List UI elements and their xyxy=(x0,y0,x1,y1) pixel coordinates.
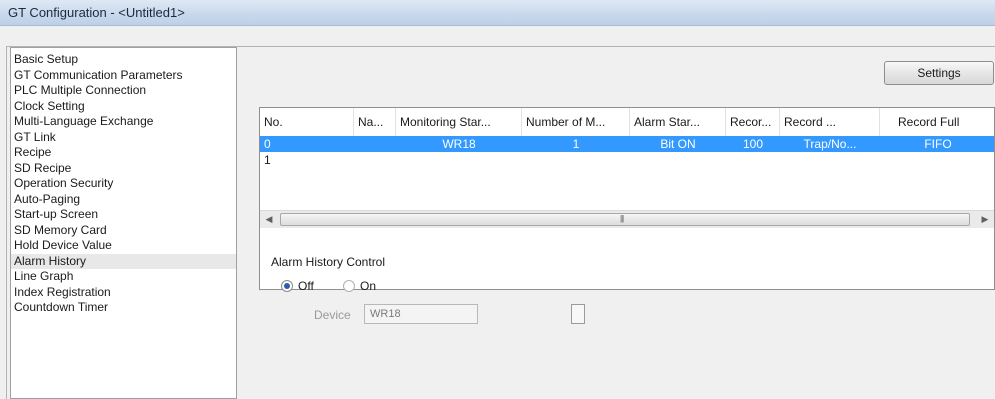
device-label: Device xyxy=(314,308,351,322)
tree-item-clock-setting[interactable]: Clock Setting xyxy=(11,99,236,115)
table-row[interactable]: 0 WR18 1 Bit ON 100 Trap/No... FIFO xyxy=(260,136,994,152)
tree-item-sd-memory-card[interactable]: SD Memory Card xyxy=(11,223,236,239)
tree-item-countdown-timer[interactable]: Countdown Timer xyxy=(11,300,236,316)
cell-number-of-m: 1 xyxy=(572,137,580,151)
tree-item-sd-recipe[interactable]: SD Recipe xyxy=(11,161,236,177)
column-header-record-full[interactable]: Record Full xyxy=(880,108,994,136)
column-header-no[interactable]: No. xyxy=(260,108,354,136)
cell-name xyxy=(354,152,396,168)
cell-record-2: Trap/No... xyxy=(803,137,857,151)
cell-record-full xyxy=(880,152,994,168)
cell-no: 1 xyxy=(264,153,271,167)
cell-monitoring-start xyxy=(396,152,522,168)
cell-alarm-start xyxy=(630,152,726,168)
cell-number-of-m xyxy=(522,152,630,168)
device-browse-button-icon[interactable] xyxy=(571,304,585,324)
tree-item-operation-security[interactable]: Operation Security xyxy=(11,176,236,192)
table-header: No. Na... Monitoring Star... Number of M… xyxy=(260,108,994,136)
scroll-right-arrow-icon[interactable]: ▶ xyxy=(976,211,994,228)
group-title: Alarm History Control xyxy=(271,255,386,269)
tree-item-start-up-screen[interactable]: Start-up Screen xyxy=(11,207,236,223)
cell-no: 0 xyxy=(264,137,271,151)
tree-item-plc-multiple-connection[interactable]: PLC Multiple Connection xyxy=(11,83,236,99)
tree-item-gt-communication-parameters[interactable]: GT Communication Parameters xyxy=(11,68,236,84)
radio-on-label: On xyxy=(360,279,377,293)
title-bar: GT Configuration - <Untitled1> xyxy=(0,0,995,26)
cell-record xyxy=(726,152,780,168)
cell-record-2 xyxy=(780,152,880,168)
scroll-left-arrow-icon[interactable]: ◀ xyxy=(260,211,278,228)
tree-item-index-registration[interactable]: Index Registration xyxy=(11,285,236,301)
settings-button[interactable]: Settings xyxy=(884,61,994,85)
radio-on[interactable]: On xyxy=(343,278,376,294)
radio-off[interactable]: Off xyxy=(281,278,314,294)
tree-item-alarm-history[interactable]: Alarm History xyxy=(11,253,236,269)
tree-item-multi-language-exchange[interactable]: Multi-Language Exchange xyxy=(11,114,236,130)
radio-on-dot-icon[interactable] xyxy=(343,280,355,292)
column-header-record-2[interactable]: Record ... xyxy=(780,108,880,136)
scrollbar-grip-icon: ||| xyxy=(620,214,624,223)
device-field[interactable] xyxy=(364,304,478,324)
radio-off-dot-icon[interactable] xyxy=(281,280,293,292)
column-header-number-of-m[interactable]: Number of M... xyxy=(522,108,630,136)
column-header-alarm-start[interactable]: Alarm Star... xyxy=(630,108,726,136)
cell-alarm-start: Bit ON xyxy=(660,137,696,151)
horizontal-scrollbar[interactable]: ◀ ||| ▶ xyxy=(260,210,994,228)
scrollbar-thumb[interactable] xyxy=(280,213,970,226)
cell-monitoring-start: WR18 xyxy=(442,137,476,151)
window-title: GT Configuration - <Untitled1> xyxy=(8,5,185,20)
tree-item-auto-paging[interactable]: Auto-Paging xyxy=(11,192,236,208)
table-row[interactable]: 1 xyxy=(260,152,994,168)
tree-item-basic-setup[interactable]: Basic Setup xyxy=(11,52,236,68)
radio-off-label: Off xyxy=(298,279,314,293)
column-header-record[interactable]: Recor... xyxy=(726,108,780,136)
alarm-history-control-group: Alarm History Control Off On Device xyxy=(259,247,589,347)
cell-name xyxy=(354,136,396,152)
tree-item-recipe[interactable]: Recipe xyxy=(11,145,236,161)
tree-item-hold-device-value[interactable]: Hold Device Value xyxy=(11,238,236,254)
tree-item-gt-link[interactable]: GT Link xyxy=(11,130,236,146)
alarm-history-pane: Settings No. Na... Monitoring Star... Nu… xyxy=(245,47,995,399)
cell-record: 100 xyxy=(742,137,764,151)
column-header-name[interactable]: Na... xyxy=(354,108,396,136)
settings-tree[interactable]: Basic Setup GT Communication Parameters … xyxy=(10,47,237,399)
column-header-monitoring-start[interactable]: Monitoring Star... xyxy=(396,108,522,136)
cell-record-full: FIFO xyxy=(924,137,952,151)
tree-item-line-graph[interactable]: Line Graph xyxy=(11,269,236,285)
